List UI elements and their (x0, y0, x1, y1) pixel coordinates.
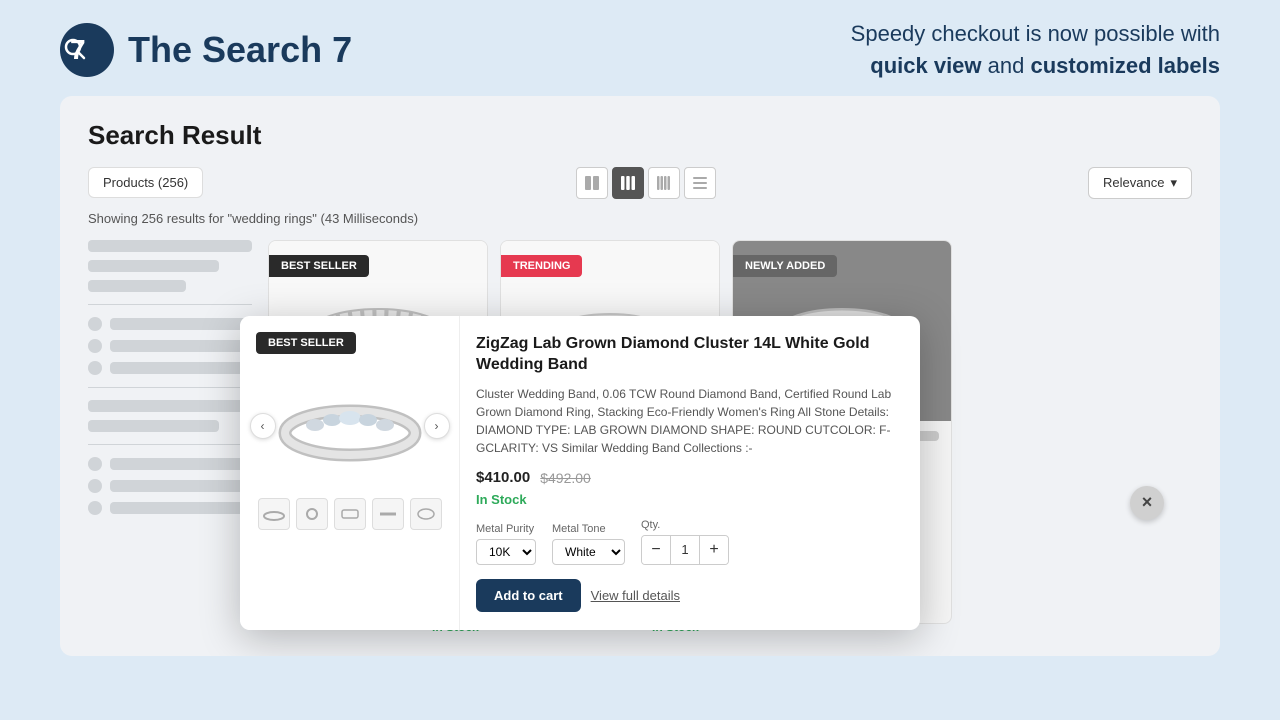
modal-close-btn[interactable]: × (1130, 486, 1164, 520)
svg-text:7: 7 (70, 34, 86, 65)
modal-purity-label: Metal Purity (476, 523, 536, 535)
view-details-link[interactable]: View full details (591, 588, 680, 603)
view-4col-btn[interactable] (648, 167, 680, 199)
modal-main-image: ‹ › (260, 366, 440, 486)
header: 7 The Search 7 Speedy checkout is now po… (0, 0, 1280, 96)
modal-badge: BEST SELLER (256, 332, 356, 354)
badge-newlyadded: NEWLY ADDED (733, 255, 837, 277)
modal-purity-group: Metal Purity 10K14K18K (476, 523, 536, 565)
modal-tone-label: Metal Tone (552, 523, 625, 535)
products-count: Products (256) (88, 167, 203, 198)
logo-area: 7 The Search 7 (60, 23, 352, 77)
badge-bestseller: BEST SELLER (269, 255, 369, 277)
modal-stock: In Stock (476, 492, 902, 507)
toolbar: Products (256) Relevance ▾ (88, 167, 1192, 199)
view-icons (576, 167, 716, 199)
modal-thumbnails (258, 498, 442, 530)
qty-control: − 1 + (641, 535, 729, 565)
modal-info-section: ZigZag Lab Grown Diamond Cluster 14L Whi… (460, 316, 920, 631)
qty-increase-btn[interactable]: + (700, 536, 728, 564)
modal-title: ZigZag Lab Grown Diamond Cluster 14L Whi… (476, 334, 902, 376)
tagline-bold1: quick view (870, 53, 981, 78)
logo-icon: 7 (60, 23, 114, 77)
modal-tone-group: Metal Tone WhiteYellowRose (552, 523, 625, 565)
modal-thumb-4[interactable] (372, 498, 404, 530)
logo-text: The Search 7 (128, 29, 352, 71)
modal-thumb-2[interactable] (296, 498, 328, 530)
browser-window: Search Result Products (256) Relevance ▾… (60, 96, 1220, 656)
tagline: Speedy checkout is now possible with qui… (851, 18, 1220, 82)
modal-tone-select[interactable]: WhiteYellowRose (552, 539, 625, 565)
modal-prev-btn[interactable]: ‹ (250, 413, 276, 439)
modal-thumb-3[interactable] (334, 498, 366, 530)
modal-thumb-5[interactable] (410, 498, 442, 530)
qty-decrease-btn[interactable]: − (642, 536, 670, 564)
modal-actions: Add to cart View full details (476, 579, 902, 612)
add-to-cart-btn[interactable]: Add to cart (476, 579, 581, 612)
modal-options: Metal Purity 10K14K18K Metal Tone WhiteY… (476, 519, 902, 565)
modal-next-btn[interactable]: › (424, 413, 450, 439)
modal-qty-group: Qty. − 1 + (641, 519, 729, 565)
page-title: Search Result (88, 120, 1192, 151)
badge-trending: TRENDING (501, 255, 582, 277)
modal-ring-image (270, 381, 430, 471)
view-list-btn[interactable] (684, 167, 716, 199)
results-info: Showing 256 results for "wedding rings" … (88, 211, 1192, 226)
modal-qty-label: Qty. (641, 519, 729, 531)
tagline-line1: Speedy checkout is now possible with (851, 21, 1220, 46)
view-2col-btn[interactable] (576, 167, 608, 199)
relevance-btn[interactable]: Relevance ▾ (1088, 167, 1192, 199)
modal-description: Cluster Wedding Band, 0.06 TCW Round Dia… (476, 385, 902, 457)
modal-purity-select[interactable]: 10K14K18K (476, 539, 536, 565)
modal-image-section: BEST SELLER ‹ › (240, 316, 460, 631)
modal-sale-price: $410.00 (476, 469, 530, 486)
view-3col-btn[interactable] (612, 167, 644, 199)
qty-value: 1 (670, 536, 700, 564)
quick-view-modal: BEST SELLER ‹ › (240, 316, 920, 631)
modal-thumb-1[interactable] (258, 498, 290, 530)
modal-prices: $410.00 $492.00 (476, 469, 902, 486)
tagline-bold2: customized labels (1030, 53, 1220, 78)
modal-badge-area: BEST SELLER (256, 332, 356, 354)
modal-original-price: $492.00 (540, 470, 591, 486)
